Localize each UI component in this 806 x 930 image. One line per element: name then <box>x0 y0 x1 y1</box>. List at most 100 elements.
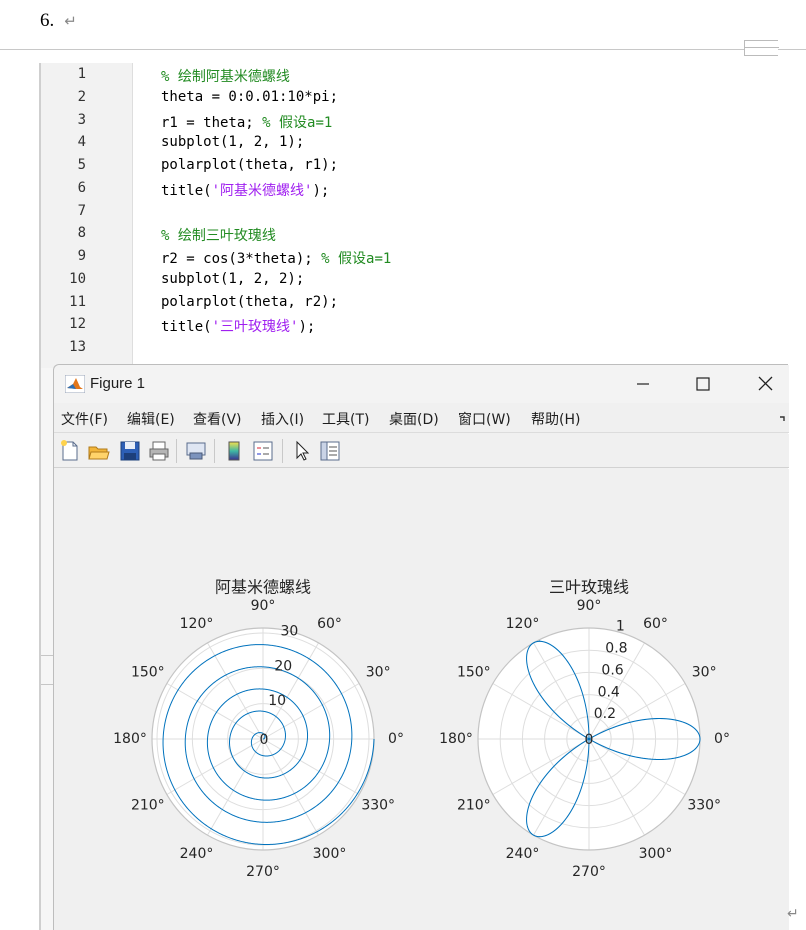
theta-tick-label: 120° <box>506 616 540 632</box>
document-tab-marker <box>744 40 779 56</box>
new-figure-icon[interactable] <box>58 439 82 463</box>
code-line[interactable]: title('三叶玫瑰线'); <box>161 316 315 336</box>
close-button[interactable] <box>745 372 785 396</box>
code-text: subplot(1, 2, 2); <box>161 270 305 287</box>
code-line[interactable]: polarplot(theta, r1); <box>161 157 338 173</box>
document-heading: 6. ↵ <box>40 10 77 32</box>
figure-toolbar <box>54 434 789 468</box>
theta-tick-label: 60° <box>317 616 342 632</box>
code-comment: % 假设a=1 <box>262 114 333 131</box>
heading-number: 6. <box>40 10 55 31</box>
r-tick-label: 0 <box>585 732 594 748</box>
line-number: 2 <box>77 88 86 105</box>
code-line[interactable]: subplot(1, 2, 1); <box>161 134 304 150</box>
code-string: '三叶玫瑰线' <box>211 319 299 336</box>
theta-tick-label: 90° <box>251 598 276 614</box>
figure-canvas[interactable]: 0 10 20 30 0° 30° 60° 90° 120° 150° 180° 210° 240° 27… <box>54 469 789 930</box>
theta-tick-label: 240° <box>180 846 214 862</box>
figure-titlebar[interactable]: Figure 1 <box>54 365 789 403</box>
theta-tick-label: 270° <box>246 864 280 880</box>
pointer-icon[interactable] <box>290 439 314 463</box>
theta-tick-label: 180° <box>439 731 473 747</box>
save-icon[interactable] <box>118 439 142 463</box>
minimize-button[interactable] <box>623 372 663 396</box>
header-divider <box>0 49 806 50</box>
theta-tick-label: 330° <box>361 798 395 814</box>
line-number: 11 <box>69 293 86 310</box>
theta-tick-label: 120° <box>180 616 214 632</box>
r-tick-label: 1 <box>616 619 625 635</box>
toolbar-separator <box>214 439 215 463</box>
line-number: 5 <box>77 157 86 173</box>
theta-tick-label: 150° <box>457 665 491 681</box>
theta-tick-label: 180° <box>113 731 147 747</box>
theta-tick-label: 210° <box>131 798 165 814</box>
matlab-logo-icon <box>65 375 85 393</box>
menu-window[interactable]: 窗口(W) <box>458 409 511 429</box>
colorbar-icon[interactable] <box>222 439 246 463</box>
r-tick-label: 0.6 <box>601 662 623 678</box>
code-text: title( <box>161 182 212 199</box>
side-strip-marker <box>41 655 53 685</box>
line-number: 7 <box>77 202 86 219</box>
theta-tick-label: 330° <box>687 798 721 814</box>
menu-desktop[interactable]: 桌面(D) <box>389 409 439 429</box>
theta-tick-label: 300° <box>639 846 673 862</box>
theta-tick-label: 300° <box>313 846 347 862</box>
maximize-button[interactable] <box>683 372 723 396</box>
code-text: r1 = theta; <box>161 114 263 131</box>
toolbar-separator <box>282 439 283 463</box>
end-paragraph-mark: ↵ <box>787 906 799 922</box>
menu-help[interactable]: 帮助(H) <box>531 409 580 429</box>
paragraph-mark: ↵ <box>64 14 77 30</box>
minimize-icon <box>637 383 649 385</box>
menu-insert[interactable]: 插入(I) <box>261 409 304 429</box>
code-line[interactable]: subplot(1, 2, 2); <box>161 271 304 287</box>
menu-edit[interactable]: 编辑(E) <box>127 409 175 429</box>
line-number: 1 <box>77 66 86 82</box>
r-tick-label: 0 <box>260 732 269 748</box>
code-line[interactable]: r1 = theta; % 假设a=1 <box>161 112 332 132</box>
menu-view[interactable]: 查看(V) <box>193 409 242 429</box>
code-comment: % 绘制阿基米德螺线 <box>161 69 290 85</box>
line-number: 10 <box>69 270 86 287</box>
legend-icon[interactable] <box>251 439 275 463</box>
line-number: 12 <box>69 316 86 333</box>
menu-overflow-icon[interactable] <box>778 413 788 423</box>
close-icon <box>758 376 773 391</box>
chart-title: 三叶玫瑰线 <box>549 578 629 597</box>
code-line[interactable]: theta = 0:0.01:10*pi; <box>161 89 338 105</box>
code-line[interactable]: % 绘制阿基米德螺线 <box>161 66 290 86</box>
r-tick-label: 20 <box>274 658 292 674</box>
r-tick-label: 0.4 <box>598 684 620 700</box>
code-line[interactable]: title('阿基米德螺线'); <box>161 180 329 200</box>
property-inspector-icon[interactable] <box>318 439 342 463</box>
line-number: 3 <box>77 111 86 128</box>
code-text: ); <box>298 319 316 336</box>
print-icon[interactable] <box>147 439 171 463</box>
code-line[interactable]: r2 = cos(3*theta); % 假设a=1 <box>161 248 391 268</box>
code-editor[interactable]: 1 % 绘制阿基米德螺线 2 theta = 0:0.01:10*pi; 3 r1 = t… <box>39 63 788 368</box>
open-folder-icon[interactable] <box>87 439 111 463</box>
r-tick-label: 0.2 <box>594 706 616 722</box>
maximize-icon <box>696 377 710 391</box>
figure-menubar: 文件(F) 编辑(E) 查看(V) 插入(I) 工具(T) 桌面(D) 窗口(W… <box>54 403 789 433</box>
line-number: 9 <box>77 248 86 264</box>
polar-plots: 01020300°30°60°90°120°150°180°210°240°27… <box>113 578 730 881</box>
menu-file[interactable]: 文件(F) <box>61 409 108 429</box>
figure-window[interactable]: Figure 1 文件(F) 编辑(E) 查看(V) 插入(I) 工具(T) 桌… <box>53 364 789 930</box>
theta-tick-label: 0° <box>714 731 730 747</box>
menu-tools[interactable]: 工具(T) <box>322 409 369 429</box>
editor-side-strip <box>39 368 53 930</box>
theta-tick-label: 60° <box>643 616 668 632</box>
code-comment: % 绘制三叶玫瑰线 <box>161 228 276 245</box>
theta-tick-label: 270° <box>572 864 606 880</box>
code-comment: % 假设a=1 <box>321 251 392 267</box>
line-number: 13 <box>69 339 86 355</box>
link-plot-icon[interactable] <box>184 439 208 463</box>
theta-tick-label: 90° <box>577 598 602 614</box>
code-text: theta = 0:0.01:10*pi; <box>161 88 339 105</box>
code-line[interactable]: % 绘制三叶玫瑰线 <box>161 225 276 245</box>
code-line[interactable]: polarplot(theta, r2); <box>161 294 338 310</box>
r-tick-label: 0.8 <box>605 641 627 657</box>
